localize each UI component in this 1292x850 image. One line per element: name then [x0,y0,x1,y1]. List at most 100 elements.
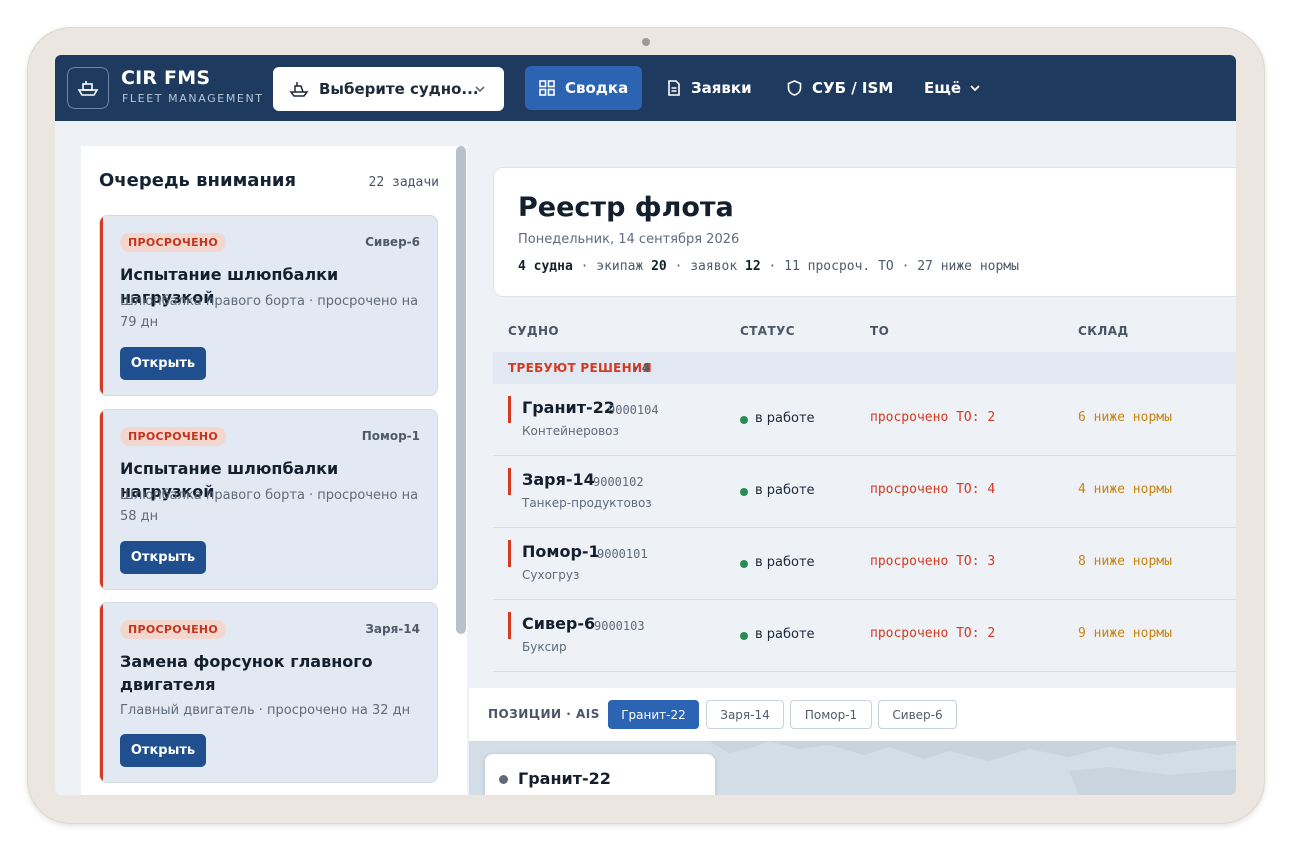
vessel-imo: 9000103 [594,619,645,633]
tab-sms-label: СУБ / ISM [812,79,894,97]
attention-queue: Очередь внимания 22 задачи ПРОСРОЧЕНО Си… [81,146,467,795]
stat-separator: · [901,259,910,274]
group-count: · 4 [633,361,651,375]
stat-vessels: 4 судна [518,259,573,274]
queue-title: Очередь внимания [99,170,297,191]
card-title: Замена форсунок главного двигателя [120,652,373,694]
tab-requests-label: Заявки [691,79,752,97]
vessel-type: Сухогруз [522,568,580,582]
vessel-marker-dot [499,775,508,784]
chip-zarya-14[interactable]: Заря-14 [706,700,784,729]
column-stock[interactable]: СКЛАД [1078,324,1129,338]
vessel-name: Гранит-22 [522,398,615,417]
queue-scrollbar[interactable] [456,146,466,634]
status-dot [740,560,748,568]
task-card[interactable]: ПРОСРОЧЕНО Помор-1 Испытание шлюпбалки н… [99,409,438,590]
stat-requests-label: заявок [690,259,738,274]
table-row[interactable]: Сивер-6 9000103 Буксир в работе просроче… [493,600,1236,672]
to-overdue: просрочено ТО: 3 [870,554,996,569]
vessel-type: Танкер-продуктовоз [522,496,652,510]
card-ship: Помор-1 [361,429,420,443]
task-card[interactable]: ПРОСРОЧЕНО Заря-14 Замена форсунок главн… [99,602,438,783]
vessel-imo: 9000101 [597,547,648,561]
card-ship: Сивер-6 [365,235,420,249]
card-description: Шлюпбалка правого борта · просрочено на … [120,488,419,524]
ship-logo-icon[interactable] [67,67,109,109]
stock-below: 9 ниже нормы [1078,626,1172,641]
shield-icon [787,80,802,96]
tab-summary-label: Сводка [565,79,629,97]
alert-marker [508,540,511,567]
open-button[interactable]: Открыть [120,347,206,380]
to-overdue: просрочено ТО: 4 [870,482,996,497]
ais-map[interactable]: Гранит-22 [469,741,1236,795]
stat-overdue: 11 просроч. ТО [784,259,894,274]
alert-marker [508,396,511,423]
open-button[interactable]: Открыть [120,734,206,767]
stat-separator: · [768,259,777,274]
alert-marker [508,468,511,495]
table-row[interactable]: Гранит-22 9000104 Контейнеровоз в работе… [493,384,1236,456]
stat-crew: 20 [651,259,667,274]
map-vessel-card[interactable]: Гранит-22 [485,754,715,795]
stat-below-norm: 27 ниже нормы [917,259,1019,274]
card-description: Шлюпбалка правого борта · просрочено на … [120,294,419,330]
chevron-down-icon [970,85,980,92]
app-title: CIR FMS [121,67,211,89]
tab-summary[interactable]: Сводка [525,66,643,110]
to-overdue: просрочено ТО: 2 [870,626,996,641]
vessel-status: в работе [755,483,815,498]
card-description: Главный двигатель · просрочено на 32 дн [120,703,411,718]
stat-requests: 12 [745,259,761,274]
column-vessel[interactable]: СУДНО [508,324,559,338]
ais-label: ПОЗИЦИИ · AIS [488,707,600,721]
top-bar: CIR FMS FLEET MANAGEMENT Выберите судно.… [55,55,1236,121]
vessel-imo: 9000104 [608,403,659,417]
chip-siver-6[interactable]: Сивер-6 [878,700,957,729]
vessel-status: в работе [755,411,815,426]
column-to[interactable]: ТО [870,324,889,338]
stock-below: 6 ниже нормы [1078,410,1172,425]
stock-below: 4 ниже нормы [1078,482,1172,497]
queue-count: 22 задачи [368,175,439,190]
vessel-status: в работе [755,555,815,570]
tab-requests[interactable]: Заявки [667,66,752,110]
tab-sms[interactable]: СУБ / ISM [787,66,893,110]
open-button[interactable]: Открыть [120,541,206,574]
document-icon [668,80,680,96]
column-status[interactable]: СТАТУС [740,324,795,338]
status-badge: ПРОСРОЧЕНО [120,233,227,252]
camera-dot [642,38,650,46]
tab-more-label: Ещё [924,79,962,97]
chip-granit-22[interactable]: Гранит-22 [608,700,699,729]
table-row[interactable]: Помор-1 9000101 Сухогруз в работе просро… [493,528,1236,600]
group-row-needs-decision[interactable]: ТРЕБУЮТ РЕШЕНИЯ · 4 [493,352,1236,384]
vessel-type: Контейнеровоз [522,424,619,438]
status-badge: ПРОСРОЧЕНО [120,427,227,446]
registry-stats: 4 судна · экипаж 20 · заявок 12 · 11 про… [518,259,1019,274]
page-title: Реестр флота [518,192,734,223]
ais-positions-bar: ПОЗИЦИИ · AIS Гранит-22 Заря-14 Помор-1 … [469,688,1236,741]
tab-more[interactable]: Ещё [924,66,981,110]
vessel-imo: 9000102 [593,475,644,489]
status-badge: ПРОСРОЧЕНО [120,620,227,639]
vessel-name: Заря-14 [522,470,595,489]
table-row[interactable]: Заря-14 9000102 Танкер-продуктовоз в раб… [493,456,1236,528]
ship-icon [289,82,309,97]
vessel-type: Буксир [522,640,567,654]
task-card[interactable]: ПРОСРОЧЕНО Сивер-6 Испытание шлюпбалки н… [99,215,438,396]
vessel-select[interactable]: Выберите судно... [273,67,504,111]
app-screen: CIR FMS FLEET MANAGEMENT Выберите судно.… [55,55,1236,795]
to-overdue: просрочено ТО: 2 [870,410,996,425]
fleet-registry-card: Реестр флота Понедельник, 14 сентября 20… [493,167,1236,297]
vessel-name: Сивер-6 [522,614,596,633]
stat-separator: · [580,259,589,274]
dashboard-icon [539,80,555,96]
status-dot [740,416,748,424]
chip-pomor-1[interactable]: Помор-1 [790,700,872,729]
stat-separator: · [674,259,683,274]
card-ship: Заря-14 [365,622,420,636]
group-label: ТРЕБУЮТ РЕШЕНИЯ [508,361,652,375]
stock-below: 8 ниже нормы [1078,554,1172,569]
alert-marker [508,612,511,639]
